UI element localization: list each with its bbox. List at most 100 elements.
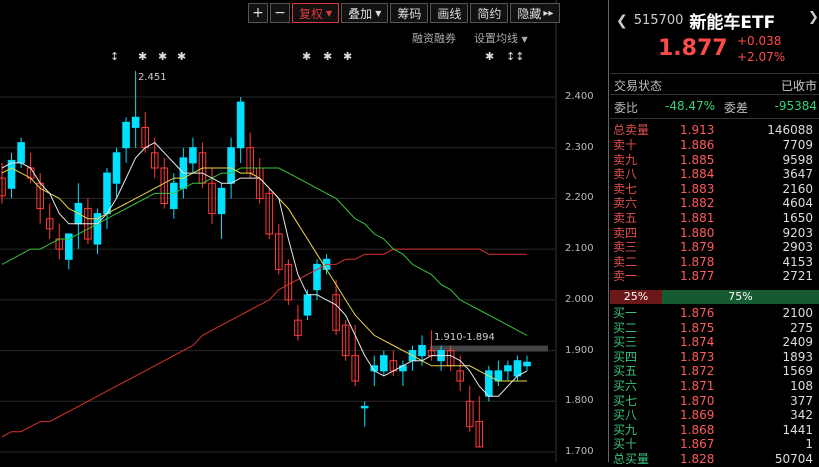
ask-level-row[interactable]: 卖六 1.882 4604 [610, 196, 819, 211]
bid-level-row[interactable]: 买八 1.869 342 [610, 408, 819, 423]
bid-level-price: 1.867 [680, 437, 715, 452]
margin-trading-link[interactable]: 融资融券 [412, 30, 456, 46]
high-price-label: 2.451 [138, 72, 167, 83]
candle-body [380, 355, 388, 372]
ask-level-label: 卖九 [613, 152, 638, 167]
ask-level-row[interactable]: 卖一 1.877 2721 [610, 269, 819, 284]
candlestick[interactable] [0, 162, 6, 204]
candlestick[interactable] [313, 259, 321, 300]
bid-level-row[interactable]: 买七 1.870 377 [610, 394, 819, 409]
zoom-in-button[interactable]: + [248, 3, 268, 23]
price-tick-label: 1.800 [565, 395, 594, 407]
candlestick[interactable] [55, 223, 64, 260]
event-marker-icon[interactable]: ✱ [485, 50, 494, 63]
stock-code: 515700 [633, 13, 684, 28]
ask-level-label: 卖四 [613, 225, 638, 240]
ask-level-row[interactable]: 卖三 1.879 2903 [610, 240, 819, 255]
ask-level-row[interactable]: 卖二 1.878 4153 [610, 255, 819, 270]
bid-level-label: 买五 [613, 364, 638, 379]
overlay-dropdown[interactable]: 叠加 ▼ [341, 3, 389, 23]
zoom-out-button[interactable]: − [270, 3, 290, 23]
candlestick[interactable] [189, 137, 197, 174]
bid-level-row[interactable]: 买六 1.871 108 [610, 379, 819, 394]
candle-body [0, 177, 6, 197]
event-marker-icon[interactable]: ✱ [177, 50, 186, 63]
candlestick[interactable] [7, 152, 16, 199]
candlestick[interactable] [360, 401, 369, 427]
total-buy-row[interactable]: 总买量 1.828 50704 [610, 452, 819, 467]
bid-level-row[interactable]: 买四 1.873 1893 [610, 350, 819, 365]
candlestick[interactable] [380, 350, 388, 376]
candlestick[interactable] [523, 355, 531, 371]
candlestick[interactable] [265, 188, 274, 239]
bid-level-price: 1.869 [680, 408, 715, 423]
bid-level-volume: 342 [790, 408, 813, 423]
candlestick[interactable] [84, 198, 92, 245]
candlestick[interactable] [93, 208, 102, 255]
candlestick[interactable] [170, 173, 178, 219]
ask-level-row[interactable]: 卖四 1.880 9203 [610, 226, 819, 241]
price-tick-label: 1.900 [565, 344, 594, 356]
chips-button[interactable]: 筹码 [390, 3, 429, 23]
draw-line-button[interactable]: 画线 [430, 3, 469, 23]
candlestick[interactable] [246, 132, 254, 179]
candlestick[interactable] [294, 304, 302, 341]
kline-chart-area[interactable]: + − 复权 ▼ 叠加 ▼ 筹码 画线 简约 隐藏 ▸▸ 融资融券 设置均线 ▼… [0, 0, 609, 462]
ask-level-volume: 4153 [782, 254, 813, 269]
stock-header: ❮ 515700 新能车ETF ❯ 1.877 +0.038 +2.07% [610, 0, 819, 70]
ask-level-row[interactable]: 卖五 1.881 1650 [610, 211, 819, 226]
bid-level-row[interactable]: 买十 1.867 1 [610, 437, 819, 452]
candlestick[interactable] [494, 360, 503, 387]
event-marker-icon[interactable]: ✱ [323, 50, 332, 63]
candlestick[interactable] [112, 147, 121, 199]
total-sell-volume: 146088 [767, 123, 813, 137]
kline-chart[interactable] [0, 0, 609, 462]
candlestick[interactable] [465, 386, 474, 432]
bid-level-row[interactable]: 买五 1.872 1569 [610, 364, 819, 379]
event-marker-icon[interactable]: ✱ [343, 50, 352, 63]
hide-button[interactable]: 隐藏 ▸▸ [510, 3, 561, 23]
candlestick[interactable] [475, 396, 484, 448]
candlestick[interactable] [284, 259, 293, 305]
next-stock-icon[interactable]: ❯ [808, 10, 819, 25]
bid-level-row[interactable]: 买三 1.874 2409 [610, 335, 819, 350]
candlestick[interactable] [122, 117, 130, 163]
total-sell-row[interactable]: 总卖量 1.913 146088 [610, 123, 819, 138]
ma-settings-link[interactable]: 设置均线 ▼ [474, 30, 528, 46]
panel-divider[interactable] [608, 0, 609, 462]
candle-body [217, 187, 226, 215]
event-marker-icon[interactable]: ↕ [110, 50, 119, 63]
wei-bi-label: 委比 [614, 101, 639, 115]
bid-level-label: 买四 [613, 349, 638, 364]
price-change: +0.038 [737, 34, 782, 48]
candlestick[interactable] [74, 183, 83, 250]
candlestick[interactable] [217, 183, 226, 239]
total-buy-price: 1.828 [680, 452, 715, 466]
candlestick[interactable] [504, 360, 512, 381]
ask-level-row[interactable]: 卖七 1.883 2160 [610, 182, 819, 197]
event-marker-icon[interactable]: ✱ [138, 50, 147, 63]
caret-down-icon: ▼ [326, 8, 333, 18]
event-marker-icon[interactable]: ✱ [302, 50, 311, 63]
bid-level-volume: 275 [790, 320, 813, 335]
ask-level-price: 1.884 [680, 167, 715, 182]
ask-level-row[interactable]: 卖十 1.886 7709 [610, 138, 819, 153]
prev-stock-icon[interactable]: ❮ [616, 13, 628, 29]
candlestick[interactable] [408, 345, 417, 371]
candlestick[interactable] [341, 320, 350, 361]
ask-level-price: 1.883 [680, 181, 715, 196]
bid-level-row[interactable]: 买一 1.876 2100 [610, 306, 819, 321]
trade-status-value: 已收市 [780, 79, 817, 93]
ask-level-row[interactable]: 卖八 1.884 3647 [610, 167, 819, 182]
restore-right-dropdown[interactable]: 复权 ▼ [292, 3, 340, 23]
bid-level-row[interactable]: 买九 1.868 1441 [610, 423, 819, 438]
candlestick[interactable] [236, 97, 245, 163]
event-marker-icon[interactable]: ✱ [158, 50, 167, 63]
bid-level-row[interactable]: 买二 1.875 275 [610, 321, 819, 336]
candlestick[interactable] [45, 203, 54, 240]
chart-sublinks: 融资融券 设置均线 ▼ [412, 30, 528, 46]
event-marker-icon[interactable]: ↕↕ [506, 50, 524, 63]
candlestick[interactable] [513, 355, 522, 381]
ask-level-row[interactable]: 卖九 1.885 9598 [610, 153, 819, 168]
simple-view-button[interactable]: 简约 [470, 3, 509, 23]
